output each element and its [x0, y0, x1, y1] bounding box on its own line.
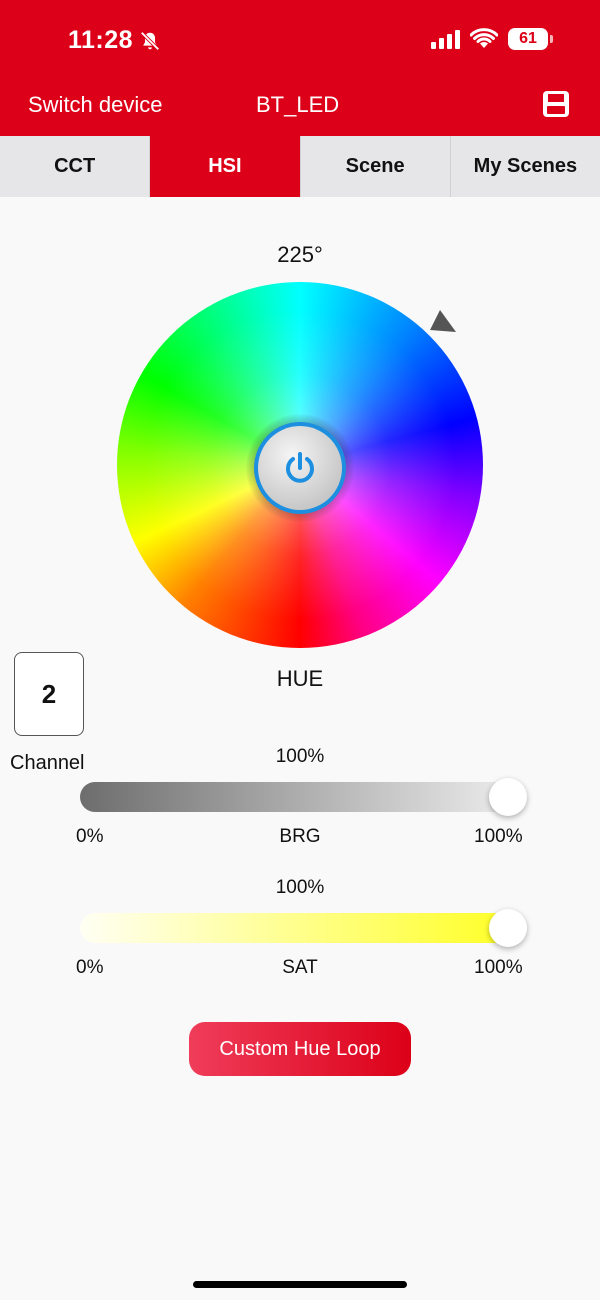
device-name: BT_LED	[256, 92, 340, 117]
power-button[interactable]	[246, 414, 354, 522]
brightness-slider-thumb[interactable]	[489, 778, 527, 816]
tab-my-scenes[interactable]: My Scenes	[451, 136, 600, 197]
brightness-max-label: 100%	[474, 826, 523, 847]
saturation-max-label: 100%	[474, 957, 523, 978]
brightness-value: 100%	[275, 746, 325, 767]
hue-pointer-icon[interactable]	[428, 308, 458, 338]
signal-icon	[431, 29, 460, 49]
status-time-group: 11:28	[68, 26, 161, 55]
saturation-slider[interactable]	[80, 913, 526, 943]
hue-label: HUE	[276, 666, 324, 691]
custom-hue-loop-button[interactable]: Custom Hue Loop	[189, 1022, 411, 1076]
wifi-icon	[470, 28, 498, 48]
home-indicator	[193, 1281, 407, 1288]
battery-level: 61	[519, 30, 537, 47]
tab-cct[interactable]: CCT	[0, 136, 151, 197]
tab-scene[interactable]: Scene	[301, 136, 451, 197]
power-face	[258, 426, 342, 510]
status-indicators: 61	[431, 28, 553, 50]
bell-slash-icon	[140, 30, 160, 51]
power-icon	[286, 452, 314, 483]
app-header: 11:28 61 Switch device BT_LED	[0, 0, 600, 136]
tab-hsi[interactable]: HSI	[150, 136, 301, 197]
hue-degree-readout: 225°	[277, 242, 323, 267]
channel-selector[interactable]: 2	[14, 652, 84, 736]
save-icon[interactable]	[540, 88, 572, 120]
mode-tabs: CCT HSI Scene My Scenes	[0, 136, 600, 197]
status-time: 11:28	[68, 26, 134, 54]
power-ring	[254, 422, 346, 514]
brightness-slider[interactable]	[80, 782, 526, 812]
battery-icon: 61	[508, 28, 553, 50]
saturation-slider-thumb[interactable]	[489, 909, 527, 947]
saturation-value: 100%	[275, 877, 325, 898]
switch-device-button[interactable]: Switch device	[28, 92, 163, 118]
